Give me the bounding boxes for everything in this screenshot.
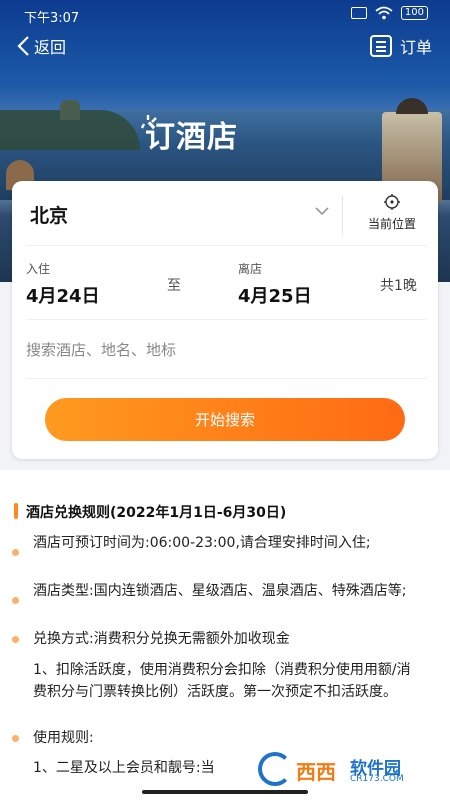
rock-scenery <box>60 100 80 120</box>
screen-icon <box>350 7 367 19</box>
booking-card: 北京 当前位置 入住 4月24日 至 离店 4月25日 共1晚 搜索酒店、地名、… <box>12 181 438 459</box>
rule-item: 1、扣除活跃度，使用消费积分会扣除（消费积分使用用额/消费积分与门票转换比例）活… <box>33 662 411 700</box>
home-indicator[interactable] <box>142 790 308 794</box>
divider <box>26 378 426 379</box>
banner-title: 订酒店 <box>145 120 238 155</box>
bullet-dot <box>12 597 19 604</box>
watermark-url: CR173.COM <box>350 774 404 784</box>
current-location-button[interactable]: 当前位置 <box>356 193 428 232</box>
rule-item: 酒店类型:国内连锁酒店、星级酒店、温泉酒店、特殊酒店等; <box>33 583 407 599</box>
checkin-date[interactable]: 4月24日 <box>26 282 100 308</box>
status-time: 下午3:07 <box>24 11 80 26</box>
bullet-dot <box>12 636 19 643</box>
status-bar: 下午3:07 100 <box>0 0 450 30</box>
status-icons: 100 <box>350 6 428 20</box>
checkin-label: 入住 <box>26 262 51 276</box>
nights-count: 共1晚 <box>380 278 417 294</box>
wifi-icon <box>375 6 393 20</box>
date-separator: 至 <box>167 278 181 294</box>
order-label: 订单 <box>399 38 432 57</box>
divider <box>342 195 343 235</box>
divider <box>26 245 426 246</box>
checkout-label: 离店 <box>238 262 263 276</box>
locate-icon <box>384 194 400 210</box>
rule-item: 使用规则: <box>33 730 94 746</box>
location-label: 当前位置 <box>367 217 416 231</box>
back-button[interactable]: 返回 <box>16 34 66 58</box>
bullet-dot <box>12 549 19 556</box>
chevron-down-icon[interactable] <box>314 203 330 219</box>
rules-title: 酒店兑换规则(2022年1月1日-6月30日) <box>26 505 287 521</box>
city-name[interactable]: 北京 <box>30 201 68 228</box>
rule-item: 酒店可预订时间为:06:00-23:00,请合理安排时间入住; <box>33 535 371 551</box>
bullet-dot <box>12 735 19 742</box>
title-accent-bar <box>14 503 18 519</box>
logo-icon <box>258 752 292 786</box>
checkout-date[interactable]: 4月25日 <box>238 282 312 308</box>
start-search-button[interactable]: 开始搜索 <box>45 398 405 441</box>
search-input[interactable]: 搜索酒店、地名、地标 <box>26 339 176 360</box>
order-list-icon <box>369 35 392 57</box>
watermark-brand: 西西 <box>296 760 336 784</box>
divider <box>26 319 426 320</box>
order-button[interactable]: 订单 <box>369 34 432 58</box>
watermark-logo: 西西 软件园 CR173.COM <box>254 748 432 790</box>
back-label: 返回 <box>34 38 67 57</box>
chevron-left-icon <box>17 36 29 56</box>
rule-item: 兑换方式:消费积分兑换无需额外加收现金 <box>33 631 290 647</box>
battery-icon: 100 <box>400 6 428 20</box>
nav-bar: 返回 订单 <box>0 30 450 66</box>
